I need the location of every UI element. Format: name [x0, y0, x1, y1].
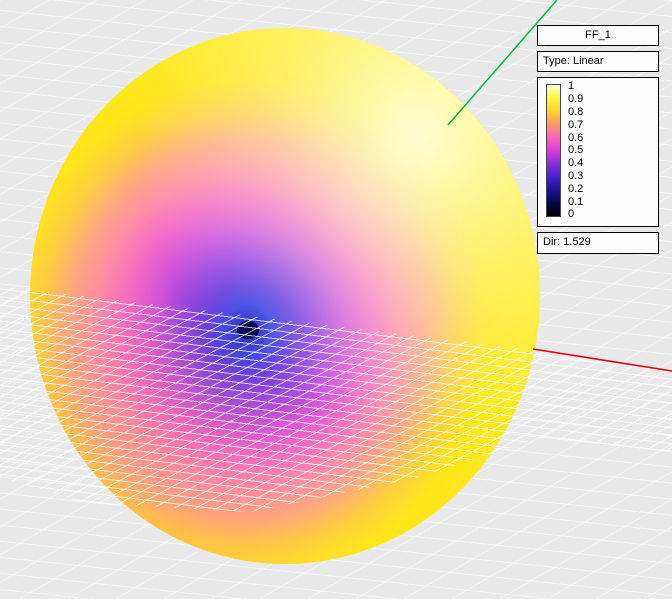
colorbar[interactable]	[546, 84, 561, 217]
legend-colorscale: 1 0.9 0.8 0.7 0.6 0.5 0.4 0.3 0.2 0.1 0	[537, 77, 659, 227]
legend-directivity: Dir: 1.529	[537, 232, 659, 253]
viewport-3d[interactable]: FF_1 Type: Linear 1 0.9 0.8 0.7 0.6 0.5 …	[0, 0, 672, 599]
tick-label: 0	[568, 209, 583, 220]
tick-label: 0.1	[568, 197, 583, 208]
legend-title: FF_1	[537, 25, 659, 46]
tick-label: 0.7	[568, 120, 583, 131]
tick-label: 0.2	[568, 184, 583, 195]
tick-label: 0.8	[568, 107, 583, 118]
farfield-legend[interactable]: FF_1 Type: Linear 1 0.9 0.8 0.7 0.6 0.5 …	[537, 25, 659, 254]
legend-scale-type: Type: Linear	[537, 51, 659, 72]
tick-label: 0.9	[568, 94, 583, 105]
tick-label: 0.4	[568, 158, 583, 169]
tick-label: 1	[568, 81, 583, 92]
tick-label: 0.6	[568, 133, 583, 144]
tick-label: 0.5	[568, 145, 583, 156]
tick-label: 0.3	[568, 171, 583, 182]
colorbar-ticks: 1 0.9 0.8 0.7 0.6 0.5 0.4 0.3 0.2 0.1 0	[568, 81, 583, 220]
